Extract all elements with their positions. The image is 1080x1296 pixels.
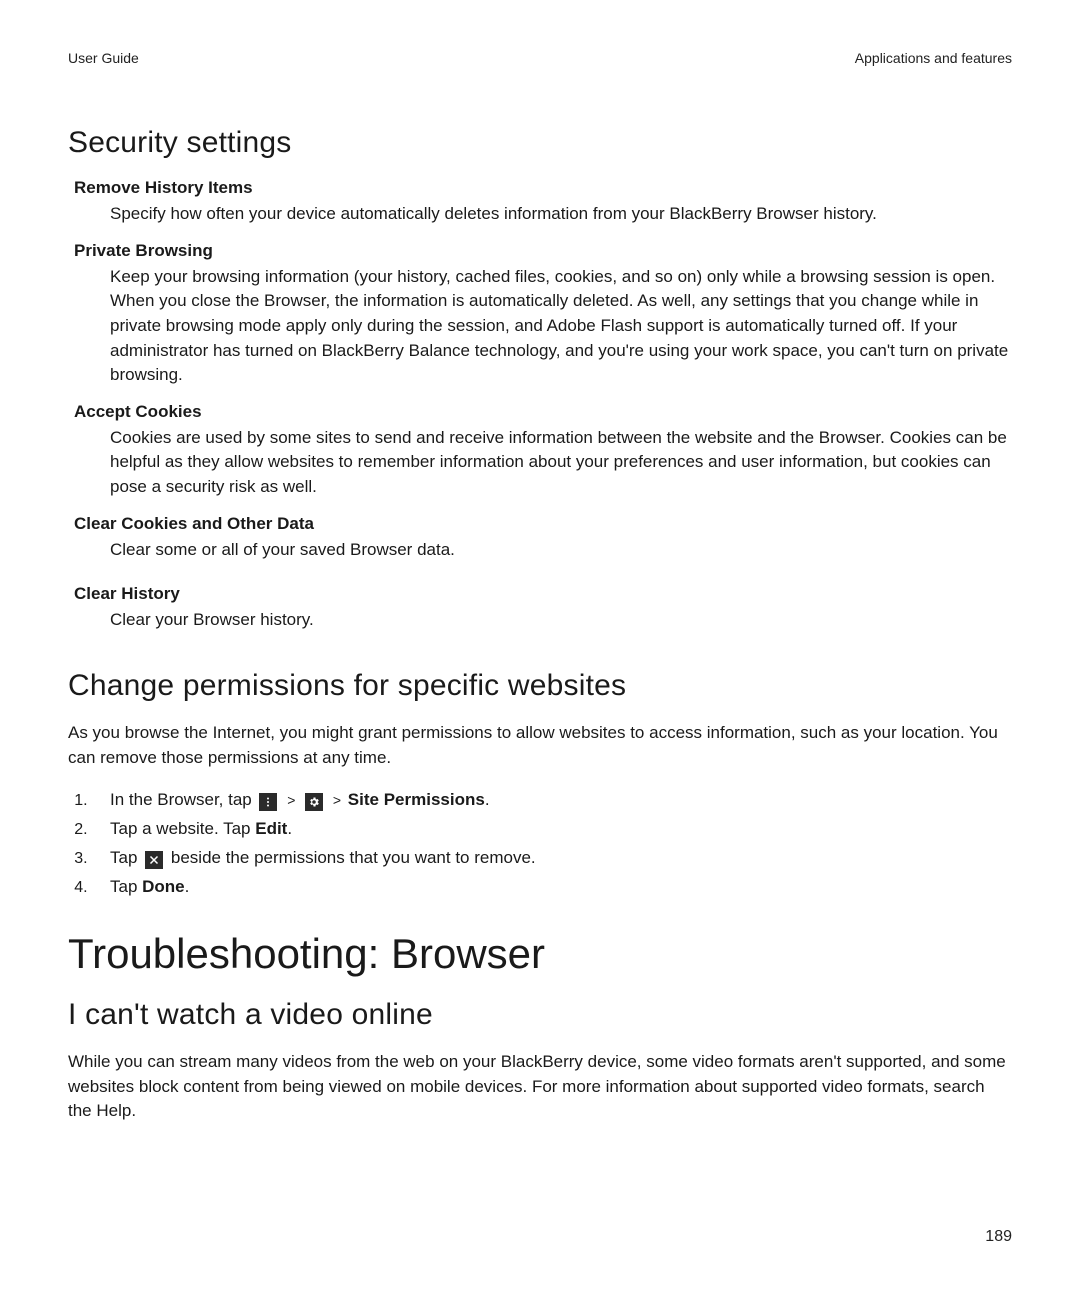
page-number: 189 [985, 1228, 1012, 1246]
setting-desc: Specify how often your device automatica… [110, 202, 1012, 227]
setting-desc: Cookies are used by some sites to send a… [110, 426, 1012, 500]
step-text: beside the permissions that you want to … [171, 848, 536, 867]
close-x-icon [145, 851, 163, 869]
setting-private-browsing: Private Browsing Keep your browsing info… [68, 241, 1012, 388]
troubleshoot-body: While you can stream many videos from th… [68, 1050, 1012, 1124]
change-permissions-heading: Change permissions for specific websites [68, 669, 1012, 703]
setting-clear-cookies: Clear Cookies and Other Data Clear some … [68, 514, 1012, 563]
page-header: User Guide Applications and features [68, 50, 1012, 66]
setting-term: Clear History [74, 584, 1012, 604]
step-text: Tap [110, 848, 137, 867]
setting-clear-history: Clear History Clear your Browser history… [68, 584, 1012, 633]
step-text: . [185, 877, 190, 896]
edit-label: Edit [255, 819, 287, 838]
breadcrumb-separator: > [287, 792, 295, 808]
step-text: Tap [110, 877, 142, 896]
step-text: Tap a website. Tap [110, 819, 255, 838]
breadcrumb-separator: > [333, 792, 341, 808]
done-label: Done [142, 877, 185, 896]
troubleshooting-heading: Troubleshooting: Browser [68, 930, 1012, 978]
header-left: User Guide [68, 50, 139, 66]
setting-desc: Clear some or all of your saved Browser … [110, 538, 1012, 563]
more-menu-icon [259, 793, 277, 811]
step-3: Tap beside the permissions that you want… [92, 844, 1012, 873]
settings-gear-icon [305, 793, 323, 811]
site-permissions-label: Site Permissions [348, 790, 485, 809]
permissions-intro: As you browse the Internet, you might gr… [68, 721, 1012, 770]
setting-desc: Clear your Browser history. [110, 608, 1012, 633]
setting-term: Clear Cookies and Other Data [74, 514, 1012, 534]
step-text: In the Browser, tap [110, 790, 252, 809]
step-text: . [287, 819, 292, 838]
step-2: Tap a website. Tap Edit. [92, 815, 1012, 844]
cant-watch-video-heading: I can't watch a video online [68, 998, 1012, 1032]
setting-term: Private Browsing [74, 241, 1012, 261]
permissions-steps: In the Browser, tap > > Site Permissions… [68, 786, 1012, 902]
setting-accept-cookies: Accept Cookies Cookies are used by some … [68, 402, 1012, 500]
setting-desc: Keep your browsing information (your his… [110, 265, 1012, 388]
setting-term: Remove History Items [74, 178, 1012, 198]
security-settings-heading: Security settings [68, 126, 1012, 160]
step-4: Tap Done. [92, 873, 1012, 902]
step-1: In the Browser, tap > > Site Permissions… [92, 786, 1012, 815]
setting-remove-history: Remove History Items Specify how often y… [68, 178, 1012, 227]
document-page: User Guide Applications and features Sec… [0, 0, 1080, 1296]
setting-term: Accept Cookies [74, 402, 1012, 422]
header-right: Applications and features [855, 50, 1012, 66]
